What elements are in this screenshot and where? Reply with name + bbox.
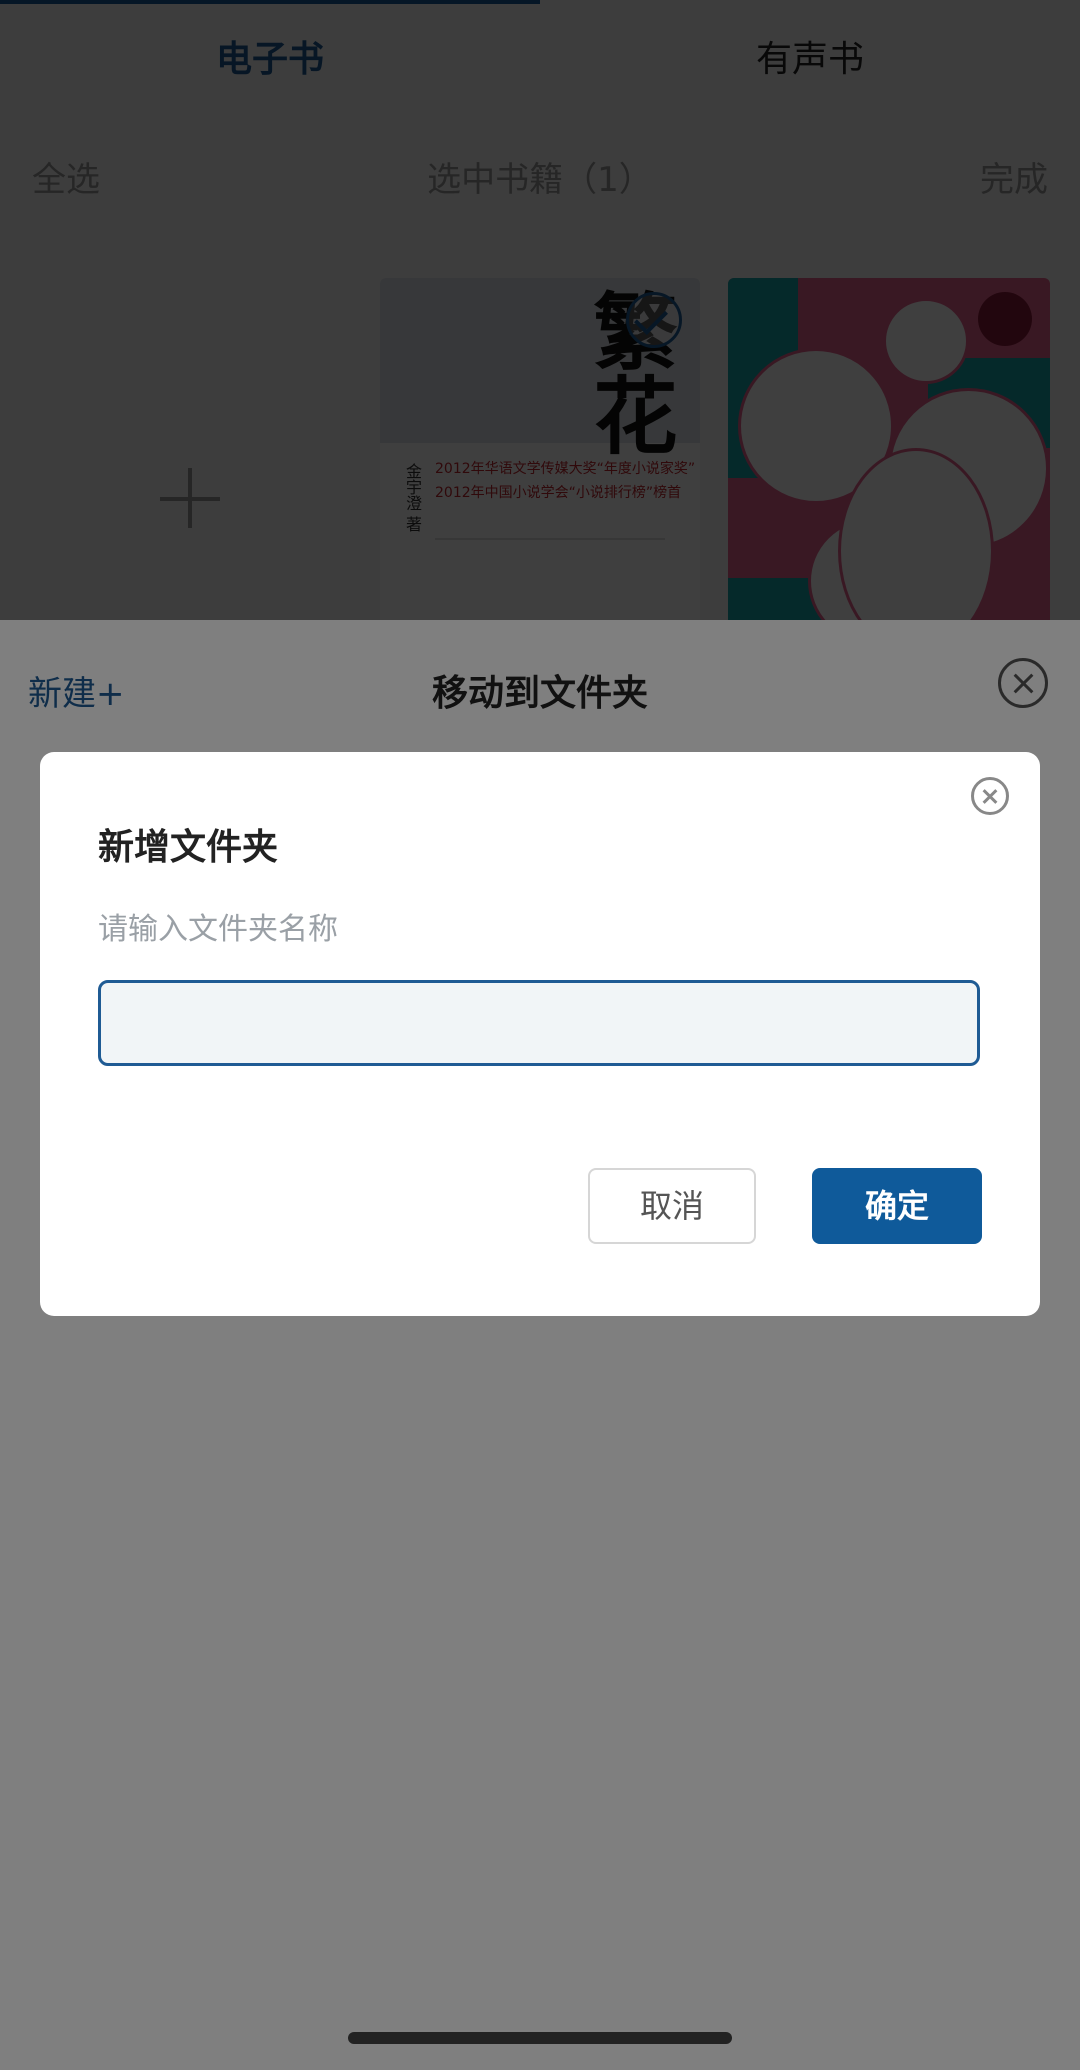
home-indicator	[348, 2032, 732, 2044]
confirm-button[interactable]: 确定	[812, 1168, 982, 1244]
cancel-button[interactable]: 取消	[588, 1168, 756, 1244]
dialog-title: 新增文件夹	[98, 827, 279, 868]
folder-name-label: 请输入文件夹名称	[98, 912, 338, 947]
close-icon[interactable]	[971, 777, 1009, 815]
folder-name-input[interactable]	[98, 980, 980, 1066]
